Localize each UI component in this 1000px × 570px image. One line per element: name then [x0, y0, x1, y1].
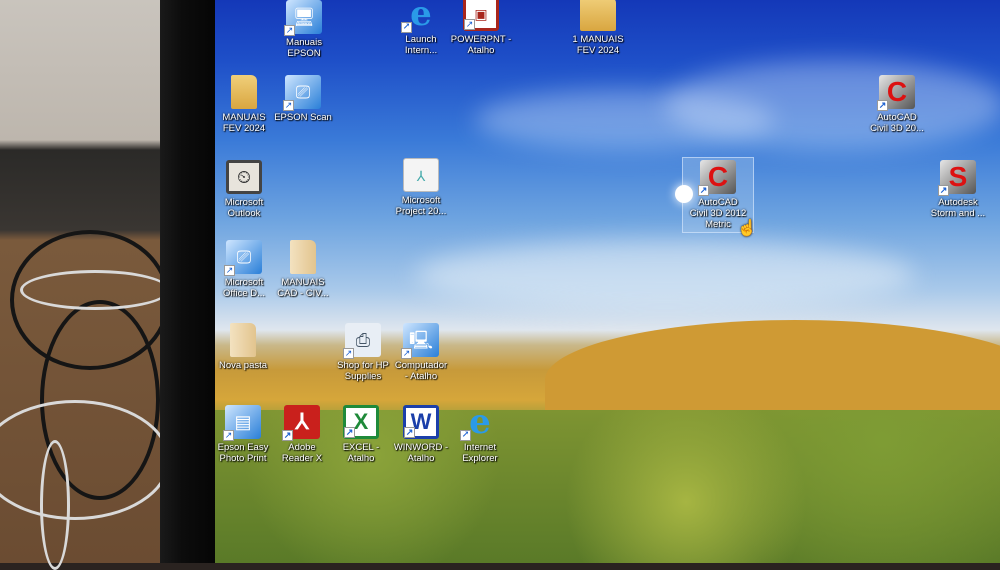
icon-label: Autodesk Storm and ... [930, 197, 986, 219]
powerpoint-icon: ▣ ↗ [463, 0, 499, 31]
screen-glare [675, 185, 693, 203]
scanner-icon: ⎚ ↗ [283, 75, 321, 111]
outlook-icon: ⏲ [226, 160, 262, 194]
icon-label: MANUAIS CAD - CIV... [277, 277, 329, 299]
autodesk-storm-icon: S ↗ [938, 160, 976, 196]
internet-explorer-icon: e ↗ [460, 402, 491, 442]
icon-label: Nova pasta [218, 360, 268, 371]
folder-icon [230, 323, 256, 357]
desktop-icon-nova-pasta[interactable]: Nova pasta [207, 323, 279, 371]
folder-icon [290, 240, 316, 274]
desktop-icon-powerpnt[interactable]: ▣ ↗ POWERPNT - Atalho [445, 0, 517, 56]
autocad-icon: C ↗ [698, 160, 736, 196]
desktop-icon-manuais-epson[interactable]: 🖥 ↗ Manuais EPSON [268, 0, 340, 59]
desktop-icon-epson-scan[interactable]: ⎚ ↗ EPSON Scan [267, 75, 339, 123]
icon-label: Manuais EPSON [286, 37, 322, 59]
folder-icon [231, 75, 257, 109]
icon-label: POWERPNT - Atalho [450, 34, 512, 56]
hand-cursor-icon: ☝ [737, 220, 757, 237]
photo-print-icon: ▤ ↗ [223, 405, 261, 441]
pdf-document-icon: ⅄ [403, 158, 439, 192]
scanner-icon: ⎚ ↗ [224, 240, 262, 276]
background-room-photo [0, 0, 175, 570]
word-icon: W ↗ [403, 405, 439, 439]
desktop-icon-microsoft-project[interactable]: ⅄ Microsoft Project 20... [385, 158, 457, 217]
icon-label: Computador - Atalho [394, 360, 448, 382]
excel-icon: X ↗ [343, 405, 379, 439]
icon-label: Microsoft Outlook [224, 197, 264, 219]
desktop-icon-autodesk-storm[interactable]: S ↗ Autodesk Storm and ... [922, 160, 994, 219]
icon-label: EPSON Scan [274, 112, 332, 123]
monitor-shortcut-icon: 🖥 ↗ [284, 0, 322, 36]
desktop-icon-autocad-civil-3d[interactable]: C ↗ AutoCAD Civil 3D 20... [861, 75, 933, 134]
icon-label: 1 MANUAIS FEV 2024 [572, 34, 624, 56]
desktop-icon-internet-explorer[interactable]: e ↗ Internet Explorer [444, 405, 516, 464]
computer-icon: 🖳 ↗ [401, 323, 439, 359]
adobe-reader-icon: ⅄ ↗ [282, 405, 320, 441]
icon-label: AutoCAD Civil 3D 20... [870, 112, 924, 134]
cable [40, 440, 70, 570]
desktop-icon-computador[interactable]: 🖳 ↗ Computador - Atalho [385, 323, 457, 382]
folder-icon [580, 0, 616, 31]
cable [20, 270, 170, 310]
printer-icon: ⎙ ↗ [343, 323, 381, 359]
icon-label: Internet Explorer [462, 442, 498, 464]
internet-explorer-icon: e ↗ [401, 0, 432, 34]
desktop-icon-microsoft-outlook[interactable]: ⏲ Microsoft Outlook [208, 160, 280, 219]
icon-label: Microsoft Project 20... [395, 195, 447, 217]
desktop-icon-1-manuais-fev-2024[interactable]: 1 MANUAIS FEV 2024 [562, 0, 634, 56]
desktop-icon-manuais-cad-civil[interactable]: MANUAIS CAD - CIV... [267, 240, 339, 299]
autocad-icon: C ↗ [877, 75, 915, 111]
